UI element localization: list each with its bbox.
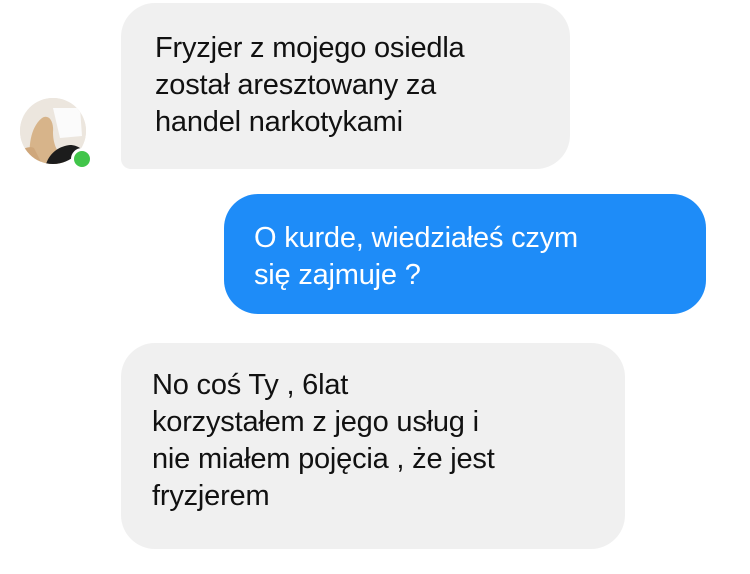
outgoing-message-bubble[interactable]: O kurde, wiedziałeś czym się zajmuje ? [224,194,706,314]
incoming-message-bubble[interactable]: Fryzjer z mojego osiedla został aresztow… [121,3,570,169]
message-text-line: fryzjerem [152,480,270,512]
message-text-line: się zajmuje ? [254,259,421,291]
message-text-line: handel narkotykami [155,106,403,138]
message-text-line: został aresztowany za [155,69,437,101]
incoming-message-bubble[interactable]: No coś Ty , 6lat korzystałem z jego usłu… [121,343,625,549]
message-text-line: Fryzjer z mojego osiedla [155,32,465,64]
chat-thread: Fryzjer z mojego osiedla został aresztow… [0,0,750,574]
message-text-line: O kurde, wiedziałeś czym [254,222,578,254]
message-text-line: No coś Ty , 6lat [152,369,349,401]
message-text-line: nie miałem pojęcia , że jest [152,443,495,475]
message-text-line: korzystałem z jego usług i [152,406,479,438]
online-dot-icon [71,148,93,170]
